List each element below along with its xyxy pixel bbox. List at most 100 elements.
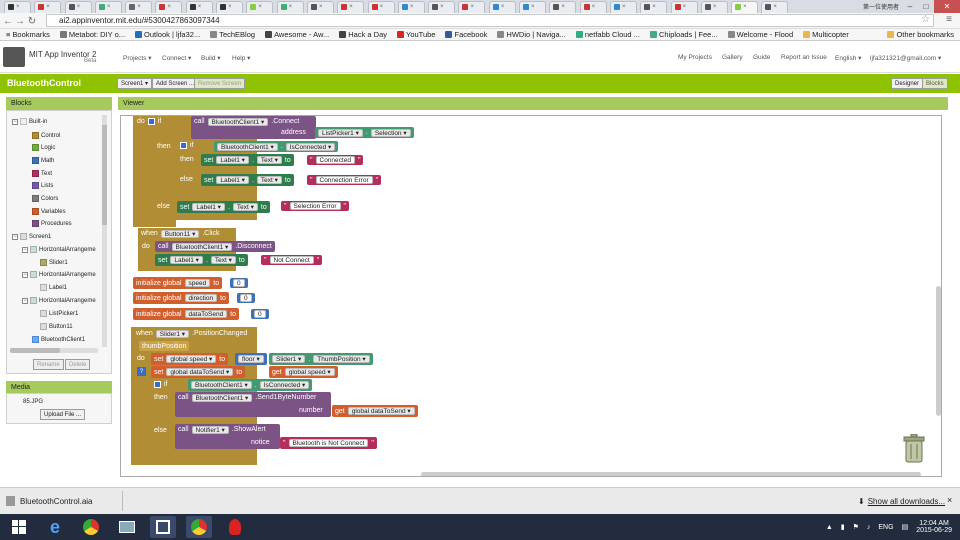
- thumb-position-param[interactable]: thumbPosition: [139, 341, 190, 351]
- chrome-icon[interactable]: [78, 516, 104, 538]
- close-icon[interactable]: ×: [470, 4, 474, 10]
- bookmark-item[interactable]: Awesome - Aw...: [265, 30, 329, 39]
- nav-account[interactable]: ljfa321321@gmail.com ▾: [870, 54, 941, 62]
- get-global-datatosend[interactable]: get global dataToSend ▾: [332, 405, 418, 417]
- mutator-gear-icon[interactable]: [180, 141, 187, 149]
- download-item[interactable]: BluetoothControl.aia: [6, 496, 93, 506]
- network-icon[interactable]: ▮: [841, 523, 845, 531]
- tree-screen1[interactable]: Screen1: [29, 234, 51, 240]
- close-icon[interactable]: ×: [77, 4, 81, 10]
- tree-arrangement-2[interactable]: HorizontalArrangeme: [39, 272, 96, 278]
- workspace-hscrollbar[interactable]: [421, 472, 921, 476]
- listpicker-selection-block[interactable]: ListPicker1 ▾. Selection ▾: [315, 127, 414, 138]
- delete-button[interactable]: Delete: [65, 359, 91, 370]
- tree-math[interactable]: Math: [41, 158, 54, 164]
- set-label-connerr[interactable]: set Label1 ▾. Text ▾ to: [201, 174, 294, 186]
- close-icon[interactable]: ×: [622, 4, 626, 10]
- ie-icon[interactable]: e: [42, 516, 68, 538]
- close-icon[interactable]: ×: [349, 4, 353, 10]
- upload-file-button[interactable]: Upload File ...: [40, 409, 86, 420]
- close-icon[interactable]: ×: [198, 4, 202, 10]
- close-icon[interactable]: ×: [531, 4, 535, 10]
- init-global-speed[interactable]: initialize global speed to: [133, 277, 223, 289]
- volume-icon[interactable]: ♪: [867, 524, 871, 531]
- tree-control[interactable]: Control: [41, 133, 60, 139]
- browser-tab[interactable]: ×: [4, 0, 31, 13]
- browser-tab[interactable]: ×: [94, 0, 122, 13]
- browser-tab-active[interactable]: ×: [731, 0, 759, 13]
- rename-button[interactable]: Rename: [33, 359, 64, 370]
- collapse-icon[interactable]: −: [22, 271, 28, 278]
- close-icon[interactable]: ×: [380, 4, 384, 10]
- collapse-icon[interactable]: −: [22, 297, 28, 304]
- set-label-connected[interactable]: set Label1 ▾. Text ▾ to: [201, 154, 294, 166]
- media-file[interactable]: 85.JPG: [23, 399, 43, 405]
- bookmark-item[interactable]: Outlook | ljfa32...: [135, 30, 200, 39]
- bookmark-item[interactable]: HWDio | Naviga...: [497, 30, 566, 39]
- keyboard-icon[interactable]: ▤: [902, 523, 909, 531]
- number-zero[interactable]: 0: [230, 278, 248, 288]
- bookmark-item[interactable]: Multicopter: [803, 30, 849, 39]
- address-bar[interactable]: ai2.appinventor.mit.edu/#530042786309734…: [46, 14, 934, 27]
- forward-icon[interactable]: →: [14, 14, 26, 28]
- bookmark-item[interactable]: Metabot: DIY o...: [59, 30, 125, 39]
- user-tag[interactable]: 第一位使用者: [860, 0, 902, 13]
- screen-selector[interactable]: Screen1 ▾: [117, 78, 153, 89]
- nav-gallery[interactable]: Gallery: [722, 54, 743, 61]
- browser-tab[interactable]: ×: [700, 0, 728, 13]
- menu-build[interactable]: Build ▾: [201, 54, 221, 62]
- browser-tab[interactable]: ×: [609, 0, 637, 13]
- bookmarks-menu[interactable]: ≡ Bookmarks: [6, 30, 50, 39]
- tree-colors[interactable]: Colors: [41, 196, 58, 202]
- collapse-icon[interactable]: −: [12, 233, 18, 240]
- browser-tab[interactable]: ×: [428, 0, 456, 13]
- app-red-icon[interactable]: [222, 516, 248, 538]
- maximize-icon[interactable]: □: [918, 0, 934, 13]
- close-icon[interactable]: ×: [410, 4, 414, 10]
- browser-tab[interactable]: ×: [185, 0, 213, 13]
- app-inventor-logo-icon[interactable]: [3, 47, 25, 67]
- blocks-button[interactable]: Blocks: [922, 78, 948, 89]
- nav-report-issue[interactable]: Report an Issue: [781, 54, 827, 61]
- flag-icon[interactable]: ⚑: [853, 523, 859, 531]
- add-screen-button[interactable]: Add Screen ...: [152, 78, 199, 89]
- browser-tab[interactable]: ×: [519, 0, 547, 13]
- tree-arrangement-3[interactable]: HorizontalArrangeme: [39, 298, 96, 304]
- mutator-gear-icon[interactable]: [154, 381, 161, 388]
- text-bt-not-connect[interactable]: " Bluetooth is Not Connect ": [280, 437, 377, 449]
- show-all-downloads[interactable]: ⬇ Show all downloads...: [858, 497, 945, 506]
- browser-tab[interactable]: ×: [458, 0, 486, 13]
- nav-my-projects[interactable]: My Projects: [678, 54, 712, 61]
- menu-connect[interactable]: Connect ▾: [162, 54, 191, 62]
- nav-guide[interactable]: Guide: [753, 54, 770, 61]
- browser-tab[interactable]: ×: [761, 0, 789, 13]
- close-icon[interactable]: ×: [683, 4, 687, 10]
- close-icon[interactable]: ×: [713, 4, 717, 10]
- browser-tab[interactable]: ×: [488, 0, 516, 13]
- set-global-speed[interactable]: set global speed ▾ to: [151, 353, 229, 365]
- get-global-speed[interactable]: get global speed ▾: [269, 366, 338, 378]
- init-global-direction[interactable]: initialize global direction to: [133, 292, 229, 304]
- text-not-connect[interactable]: " Not Connect ": [261, 255, 323, 265]
- tree-text[interactable]: Text: [41, 171, 52, 177]
- tray-arrow-icon[interactable]: ▲: [826, 524, 833, 531]
- tree-listpicker1[interactable]: ListPicker1: [49, 311, 78, 317]
- tree-arrangement-1[interactable]: HorizontalArrangeme: [39, 247, 96, 253]
- init-global-datatosend[interactable]: initialize global dataToSend to: [133, 308, 240, 320]
- browser-tab[interactable]: ×: [216, 0, 244, 13]
- browser-tab[interactable]: ×: [579, 0, 607, 13]
- number-zero[interactable]: 0: [251, 309, 269, 319]
- collapse-icon[interactable]: −: [22, 246, 28, 253]
- slider-thumbposition[interactable]: Slider1 ▾. ThumbPosition ▾: [269, 353, 373, 365]
- close-icon[interactable]: ×: [46, 4, 50, 10]
- text-connection-error[interactable]: " Connection Error ": [307, 175, 382, 185]
- floor-block[interactable]: floor ▾: [235, 353, 267, 365]
- set-label-notconnect[interactable]: set Label1 ▾. Text ▾ to: [155, 254, 248, 266]
- clock[interactable]: 12:04 AM 2015-06-29: [916, 520, 952, 534]
- tree-label1[interactable]: Label1: [49, 285, 67, 291]
- browser-tab[interactable]: ×: [549, 0, 577, 13]
- menu-help[interactable]: Help ▾: [232, 54, 250, 62]
- bookmark-item[interactable]: Hack a Day: [339, 30, 387, 39]
- bookmark-item[interactable]: TechEBlog: [210, 30, 255, 39]
- component-dropdown[interactable]: BluetoothClient1 ▾: [207, 118, 269, 126]
